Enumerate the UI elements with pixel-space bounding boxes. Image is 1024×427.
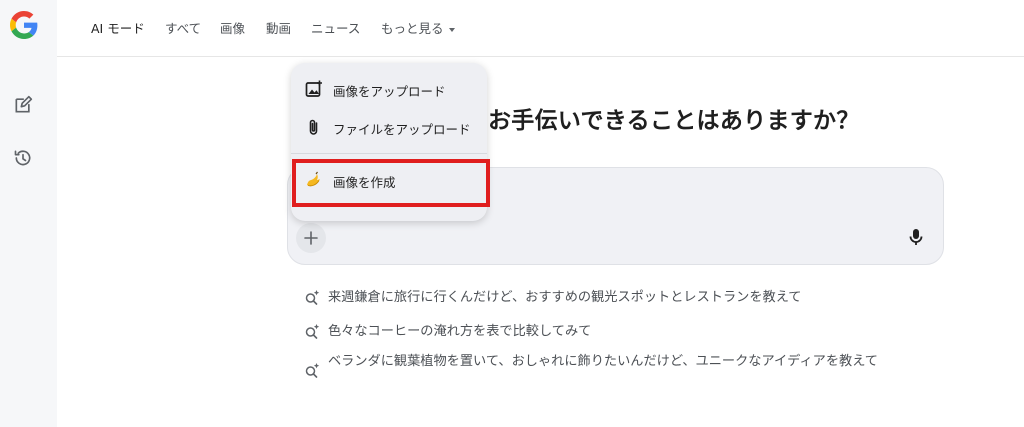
tab-more-label: もっと見る (381, 21, 444, 36)
top-nav-bar: AI モード すべて 画像 動画 ニュース もっと見る (57, 0, 1024, 57)
sparkle-search-icon (305, 290, 320, 305)
menu-item-upload-file[interactable]: ファイルをアップロード (291, 112, 487, 142)
sparkle-search-icon (305, 363, 320, 378)
chevron-down-icon (448, 27, 455, 32)
sparkle-search-icon (305, 324, 320, 339)
menu-item-label: 画像をアップロード (333, 84, 446, 99)
suggestion-text: 来週鎌倉に旅行に行くんだけど、おすすめの観光スポットとレストランを教えて (328, 290, 802, 305)
tab-ai-mode[interactable]: AI モード (91, 18, 145, 37)
menu-item-upload-image[interactable]: 画像をアップロード (291, 74, 487, 104)
suggestion-text: ベランダに観葉植物を置いて、おしゃれに飾りたいんだけど、ユニークなアイディアを教… (328, 354, 878, 369)
suggestion-item[interactable]: 色々なコーヒーの淹れ方を表で比較してみて (304, 322, 864, 342)
tab-videos[interactable]: 動画 (266, 18, 291, 37)
suggestion-item[interactable]: ベランダに観葉植物を置いて、おしゃれに飾りたいんだけど、ユニークなアイディアを教… (304, 352, 894, 392)
mic-button[interactable] (903, 224, 929, 250)
menu-divider (291, 153, 487, 154)
tab-images[interactable]: 画像 (220, 18, 245, 37)
tab-more[interactable]: もっと見る (381, 18, 455, 37)
mic-icon (909, 229, 923, 245)
paperclip-icon (309, 119, 318, 135)
tab-all[interactable]: すべて (165, 18, 201, 37)
page-title: お手伝いできることはありますか？ (488, 108, 860, 134)
plus-button[interactable] (296, 223, 326, 253)
plus-icon (304, 231, 318, 245)
suggestion-text: 色々なコーヒーの淹れ方を表で比較してみて (328, 324, 592, 339)
tab-news[interactable]: ニュース (311, 18, 360, 37)
menu-item-label: ファイルをアップロード (333, 122, 471, 137)
google-logo-icon[interactable] (10, 11, 38, 39)
suggestion-item[interactable]: 来週鎌倉に旅行に行くんだけど、おすすめの観光スポットとレストランを教えて (304, 288, 864, 308)
new-chat-icon[interactable] (10, 92, 36, 118)
add-image-icon (305, 80, 322, 97)
highlight-box (292, 159, 490, 207)
history-icon[interactable] (10, 145, 36, 171)
left-rail (0, 0, 57, 427)
